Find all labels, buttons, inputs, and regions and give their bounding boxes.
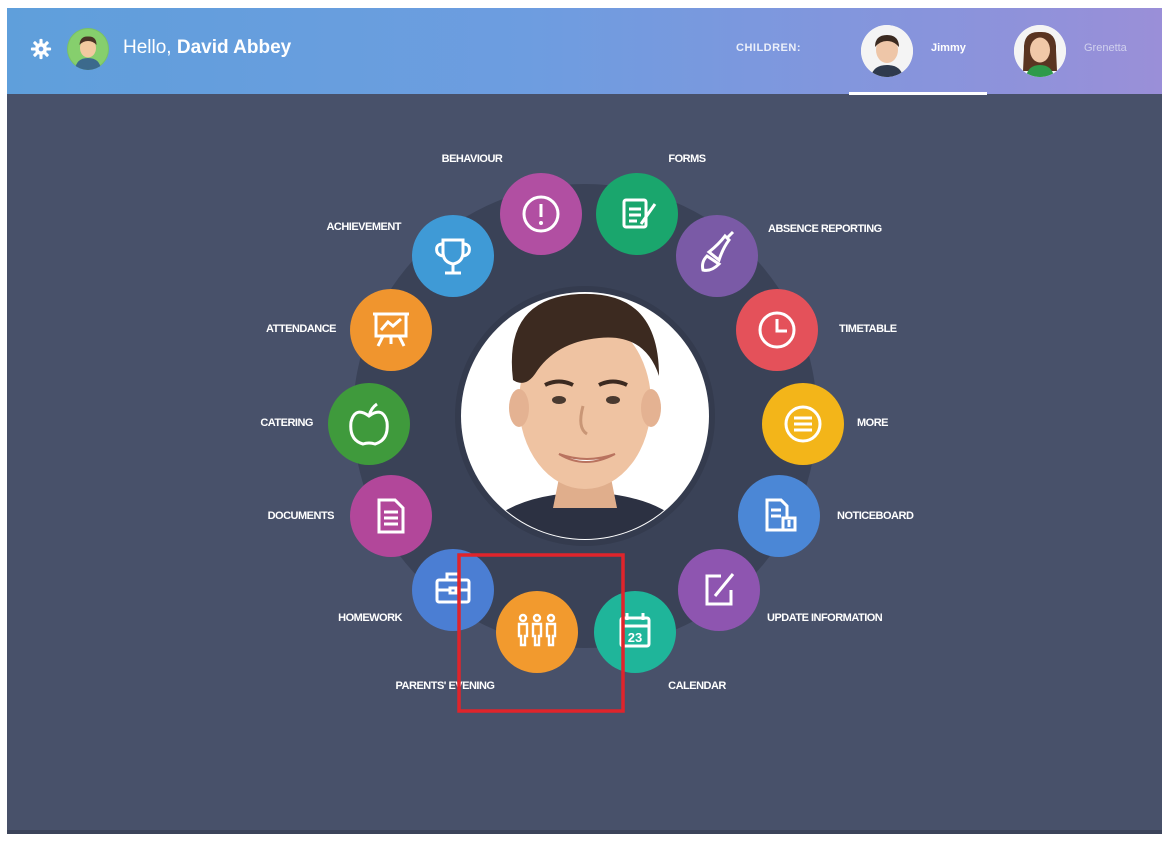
menu-item-more[interactable]: MORE (762, 383, 889, 465)
label-parents-evening: PARENTS' EVENING (396, 680, 495, 692)
label-more: MORE (857, 417, 888, 429)
menu-item-update-information[interactable]: UPDATE INFORMATION (678, 549, 883, 631)
menu-item-catering[interactable]: CATERING (260, 383, 410, 465)
label-noticeboard: NOTICEBOARD (837, 510, 914, 522)
label-update-information: UPDATE INFORMATION (767, 612, 883, 624)
label-achievement: ACHIEVEMENT (326, 221, 401, 233)
menu-item-documents[interactable]: DOCUMENTS (268, 475, 432, 557)
label-catering: CATERING (260, 417, 313, 429)
attendance-button[interactable] (350, 289, 432, 371)
footer-divider (7, 830, 1162, 834)
catering-button[interactable] (328, 383, 410, 465)
label-documents: DOCUMENTS (268, 510, 335, 522)
menu-item-timetable[interactable]: TIMETABLE (736, 289, 897, 371)
menu-item-attendance[interactable]: ATTENDANCE (266, 289, 432, 371)
documents-button[interactable] (350, 475, 432, 557)
label-attendance: ATTENDANCE (266, 323, 336, 335)
menu-item-noticeboard[interactable]: NOTICEBOARD (738, 475, 914, 557)
absence-reporting-button[interactable] (676, 215, 758, 297)
label-homework: HOMEWORK (338, 612, 402, 624)
label-behaviour: BEHAVIOUR (442, 153, 503, 165)
achievement-button[interactable] (412, 215, 494, 297)
label-timetable: TIMETABLE (839, 323, 897, 335)
label-absence-reporting: ABSENCE REPORTING (768, 223, 882, 235)
label-calendar: CALENDAR (668, 680, 726, 692)
parents-evening-button[interactable] (496, 591, 578, 673)
calendar-day: 23 (628, 630, 642, 645)
menu-item-absence-reporting[interactable]: ABSENCE REPORTING (676, 215, 882, 297)
app-window: Hello, David Abbey CHILDREN: Jimmy Grene… (7, 8, 1162, 834)
label-forms: FORMS (668, 153, 705, 165)
app-menu-wheel: BEHAVIOUR FORMS ABSENCE REPORTING TIMETA… (260, 153, 914, 713)
